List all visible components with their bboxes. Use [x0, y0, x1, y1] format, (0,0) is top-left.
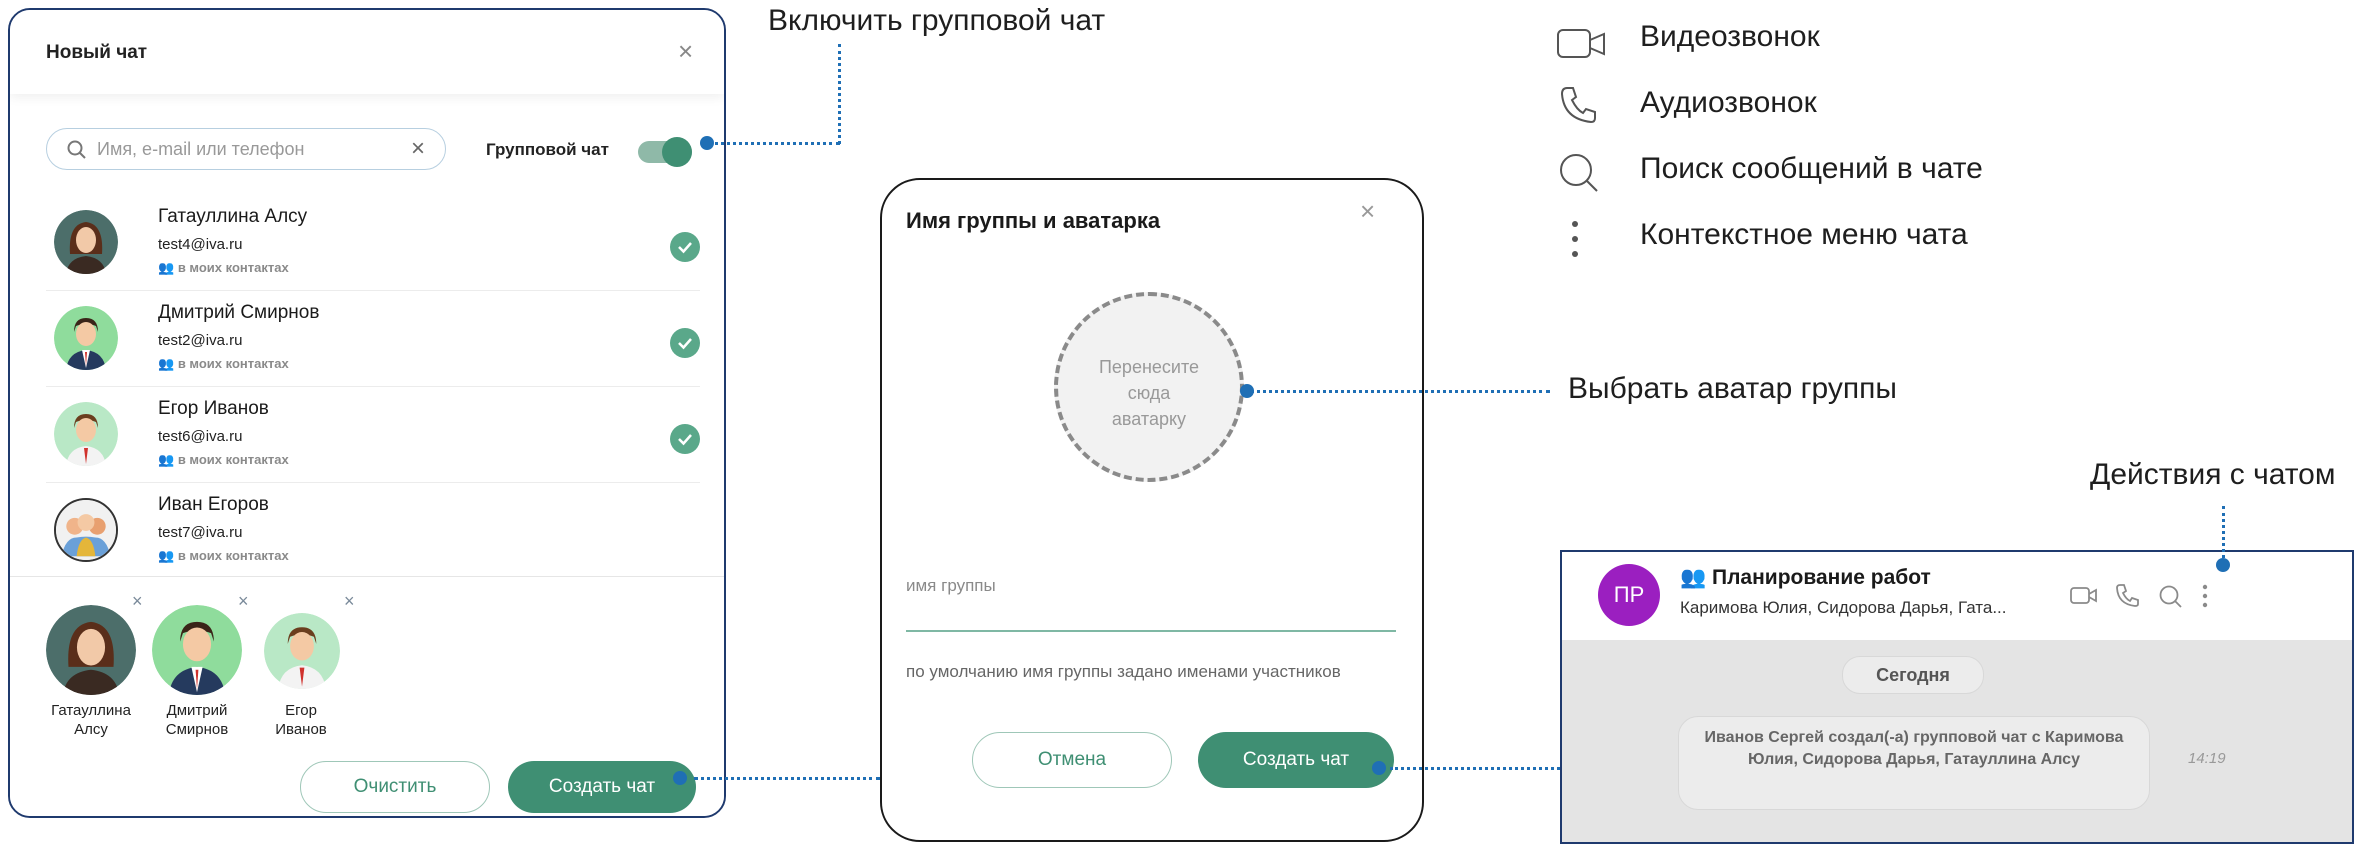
message-time: 14:19 — [2188, 750, 2226, 767]
date-badge: Сегодня — [1842, 656, 1984, 694]
contact-item[interactable]: Иван Егоров test7@iva.ru 👥 в моих контак… — [46, 484, 700, 578]
system-message-text: Иванов Сергей создал(-а) групповой чат с… — [1704, 729, 2124, 768]
callout-dot — [1240, 384, 1254, 398]
close-icon[interactable]: × — [1360, 196, 1375, 227]
remove-participant-icon[interactable]: × — [344, 591, 355, 612]
new-chat-title: Новый чат — [46, 42, 148, 63]
legend-label: Контекстное меню чата — [1640, 218, 1968, 251]
avatar — [54, 210, 118, 274]
contacts-icon: 👥 — [158, 260, 178, 275]
selected-check-icon — [670, 424, 700, 454]
group-name-placeholder: имя группы — [906, 576, 996, 595]
toggle-knob — [662, 137, 692, 167]
selected-check-icon — [670, 232, 700, 262]
legend-label: Аудиозвонок — [1640, 86, 1817, 119]
contact-tag: 👥 в моих контактах — [158, 356, 289, 371]
more-vertical-icon[interactable] — [2198, 582, 2212, 610]
callout-line — [838, 44, 841, 144]
remove-participant-icon[interactable]: × — [238, 591, 249, 612]
group-chat-label: Групповой чат — [486, 140, 609, 159]
selected-check-icon — [670, 328, 700, 358]
selected-name: Дмитрий Смирнов — [165, 702, 229, 738]
contact-name: Гатауллина Алсу — [158, 206, 308, 227]
group-icon: 👥 — [1680, 566, 1712, 589]
search-input[interactable]: Имя, e-mail или телефон × — [46, 128, 446, 170]
legend-label: Поиск сообщений в чате — [1640, 152, 1983, 185]
drop-zone-text: Перенесите сюда аватарку — [1098, 357, 1200, 429]
contact-tag: 👥 в моих контактах — [158, 548, 289, 563]
video-icon — [1557, 29, 1605, 58]
avatar — [54, 402, 118, 466]
chat-members: Каримова Юлия, Сидорова Дарья, Гата... — [1680, 598, 2007, 617]
chat-title[interactable]: 👥 Планирование работ — [1680, 566, 1931, 590]
chat-avatar[interactable]: ПР — [1598, 564, 1660, 626]
group-name-input[interactable] — [906, 630, 1396, 632]
contact-item[interactable]: Дмитрий Смирнов test2@iva.ru 👥 в моих ко… — [46, 292, 700, 387]
new-chat-panel: Новый чат × Имя, e-mail или телефон × Гр… — [8, 8, 726, 818]
contact-email: test4@iva.ru — [158, 236, 243, 253]
callout-chat-actions: Действия с чатом — [2090, 458, 2336, 491]
search-placeholder: Имя, e-mail или телефон — [97, 139, 305, 159]
clear-search-icon[interactable]: × — [411, 135, 425, 163]
phone-icon[interactable] — [2114, 582, 2140, 608]
contact-name: Егор Иванов — [158, 398, 269, 419]
selected-participants: × Гатауллина Алсу × Дмитрий Смирнов × Егор… — [10, 576, 724, 816]
contact-email: test7@iva.ru — [158, 524, 243, 541]
group-chat-toggle[interactable] — [638, 137, 692, 167]
contact-name: Иван Егоров — [158, 494, 269, 515]
clear-button[interactable]: Очистить — [300, 761, 490, 813]
selected-avatar — [152, 605, 242, 695]
create-chat-button[interactable]: Создать чат — [508, 761, 696, 813]
chat-background: Сегодня Иванов Сергей создал(-а) группов… — [1562, 640, 2352, 842]
callout-line — [694, 777, 880, 780]
group-name-dialog: Имя группы и аватарка × Перенесите сюда … — [880, 178, 1424, 842]
contact-tag: 👥 в моих контактах — [158, 260, 289, 275]
callout-dot — [700, 136, 714, 150]
cancel-button[interactable]: Отмена — [972, 732, 1172, 788]
callout-choose-avatar: Выбрать аватар группы — [1568, 372, 1897, 405]
selected-name: Егор Иванов — [275, 702, 327, 738]
callout-enable-group: Включить групповой чат — [768, 4, 1106, 37]
contact-tag: 👥 в моих контактах — [158, 452, 289, 467]
create-chat-button[interactable]: Создать чат — [1198, 732, 1394, 788]
legend-label: Видеозвонок — [1640, 20, 1820, 53]
icon-legend: Видеозвонок Аудиозвонок Поиск сообщений … — [1550, 20, 2350, 280]
contact-item[interactable]: Гатауллина Алсу test4@iva.ru 👥 в моих ко… — [46, 196, 700, 291]
contacts-icon: 👥 — [158, 356, 178, 371]
new-chat-header: Новый чат × — [10, 10, 724, 94]
remove-participant-icon[interactable]: × — [132, 591, 143, 612]
callout-line — [1250, 390, 1550, 393]
contacts-icon: 👥 — [158, 452, 178, 467]
search-icon — [1560, 154, 1598, 192]
search-icon — [67, 140, 86, 159]
callout-line — [2222, 506, 2225, 558]
video-icon[interactable] — [2070, 586, 2098, 606]
contact-email: test2@iva.ru — [158, 332, 243, 349]
chat-header: ПР 👥 Планирование работ Каримова Юлия, С… — [1562, 552, 2352, 641]
callout-dot — [673, 771, 687, 785]
selected-name: Гатауллина Алсу — [51, 702, 131, 738]
contact-name: Дмитрий Смирнов — [158, 302, 320, 323]
callout-dot — [2216, 558, 2230, 572]
chat-panel: ПР 👥 Планирование работ Каримова Юлия, С… — [1560, 550, 2354, 844]
system-message: Иванов Сергей создал(-а) групповой чат с… — [1678, 716, 2150, 810]
contact-item[interactable]: Егор Иванов test6@iva.ru 👥 в моих контак… — [46, 388, 700, 483]
callout-dot — [1372, 761, 1386, 775]
dialog-title: Имя группы и аватарка — [906, 208, 1161, 233]
callout-line — [708, 142, 840, 145]
selected-avatar — [46, 605, 136, 695]
close-icon[interactable]: × — [678, 36, 693, 67]
avatar — [54, 306, 118, 370]
search-icon[interactable] — [2158, 584, 2184, 610]
contact-email: test6@iva.ru — [158, 428, 243, 445]
avatar-drop-zone[interactable]: Перенесите сюда аватарку — [1054, 292, 1244, 482]
contacts-icon: 👥 — [158, 548, 178, 563]
selected-avatar — [264, 613, 340, 689]
callout-line — [1390, 767, 1560, 770]
group-name-hint: по умолчанию имя группы задано именами у… — [906, 662, 1341, 681]
avatar — [54, 498, 118, 562]
more-vertical-icon — [1572, 221, 1578, 257]
phone-icon — [1560, 87, 1596, 124]
